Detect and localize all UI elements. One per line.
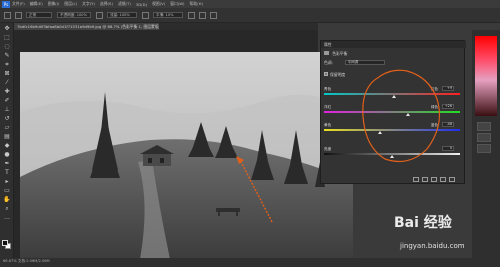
smoothing-field[interactable]: 平滑: 10% bbox=[153, 12, 183, 18]
slider-right-label: 绿色 bbox=[430, 105, 438, 109]
foreground-color-swatch[interactable] bbox=[2, 240, 8, 246]
menu-edit[interactable]: 编辑(E) bbox=[30, 1, 43, 7]
menu-select[interactable]: 选择(S) bbox=[100, 1, 113, 7]
brush-preset-icon[interactable] bbox=[4, 11, 11, 19]
quick-select-icon[interactable]: ✎ bbox=[3, 52, 11, 60]
watermark-brand: Bai 经验 bbox=[394, 215, 452, 231]
slider-knob[interactable] bbox=[392, 95, 396, 98]
panel-tab-icon[interactable] bbox=[477, 144, 491, 153]
blur-tool-icon[interactable]: ◆ bbox=[3, 142, 11, 150]
slider-knob[interactable] bbox=[406, 113, 410, 116]
marquee-tool-icon[interactable]: ⬚ bbox=[3, 34, 11, 42]
pressure-size-icon[interactable] bbox=[199, 11, 206, 19]
menu-help[interactable]: 帮助(H) bbox=[190, 1, 203, 7]
slider-right-label: 红色 bbox=[430, 87, 438, 91]
adjustment-header: 色彩平衡 bbox=[324, 51, 347, 57]
preserve-luminosity-checkbox[interactable] bbox=[324, 72, 328, 76]
slider-knob[interactable] bbox=[378, 131, 382, 134]
visibility-icon[interactable] bbox=[440, 177, 446, 182]
menu-type[interactable]: 文字(Y) bbox=[82, 1, 95, 7]
menu-bar: Ps 文件(F) 编辑(E) 图像(I) 图层(L) 文字(Y) 选择(S) 滤… bbox=[0, 0, 500, 8]
healing-brush-icon[interactable]: ✚ bbox=[3, 88, 11, 96]
tone-label: 色调: bbox=[324, 60, 333, 65]
menu-window[interactable]: 窗口(W) bbox=[170, 1, 184, 7]
annotation-scribble bbox=[362, 69, 440, 162]
clip-to-layer-icon[interactable] bbox=[413, 177, 419, 182]
preserve-luminosity-label: 保留明度 bbox=[330, 72, 346, 77]
menu-view[interactable]: 视图(V) bbox=[152, 1, 165, 7]
properties-title: 属性 bbox=[321, 41, 466, 48]
slider-knob[interactable] bbox=[390, 155, 394, 158]
clone-stamp-icon[interactable]: ⊥ bbox=[3, 106, 11, 114]
slider-left-label: 洋红 bbox=[324, 105, 332, 109]
brush-tool-icon[interactable]: ✐ bbox=[3, 97, 11, 105]
landscape-image bbox=[20, 52, 353, 259]
lasso-tool-icon[interactable]: ◌ bbox=[3, 43, 11, 51]
shape-tool-icon[interactable]: ▭ bbox=[3, 187, 11, 195]
yellow-blue-slider[interactable]: 黄色 蓝色 -48 bbox=[324, 122, 460, 134]
color-picker-panel[interactable] bbox=[475, 36, 497, 116]
reset-icon[interactable] bbox=[431, 177, 437, 182]
menu-3d[interactable]: 3D(D) bbox=[136, 2, 147, 7]
view-previous-icon[interactable] bbox=[422, 177, 428, 182]
properties-panel: 属性 色彩平衡 色调: 中间调 保留明度 青色 红色 +9 洋红 绿色 +26 … bbox=[320, 40, 466, 184]
canvas-area[interactable] bbox=[14, 30, 353, 259]
panel-tab-icon[interactable] bbox=[477, 122, 491, 131]
gradient-tool-icon[interactable]: ▤ bbox=[3, 133, 11, 141]
brush-settings-icon[interactable] bbox=[15, 11, 22, 19]
status-text: 66.67% 文档:2.06M/2.06M bbox=[3, 259, 50, 263]
slider-left-label: 青色 bbox=[324, 87, 332, 91]
slider-right-label: 蓝色 bbox=[430, 123, 438, 127]
adjustment-name: 色彩平衡 bbox=[332, 51, 348, 56]
path-select-icon[interactable]: ▸ bbox=[3, 178, 11, 186]
tools-panel: ✥ ⬚ ◌ ✎ ⌗ ⊠ ⁄ ✚ ✐ ⊥ ↺ ▱ ▤ ◆ ● ✒ T ▸ ▭ ✋ … bbox=[0, 23, 14, 258]
airbrush-icon[interactable] bbox=[142, 11, 149, 19]
opacity-field[interactable]: 不透明度: 100% bbox=[57, 12, 91, 18]
luminosity-slider[interactable]: 亮度 0 bbox=[324, 146, 460, 158]
panel-tab-icon[interactable] bbox=[477, 133, 491, 142]
document-tabs: 7bdfc16b9d0f3bfaa8b0d1f71531a9d9b9.jpg @… bbox=[14, 23, 318, 30]
cyan-red-slider[interactable]: 青色 红色 +9 bbox=[324, 86, 460, 98]
color-balance-icon bbox=[324, 51, 329, 55]
slider-value[interactable]: 0 bbox=[442, 146, 454, 151]
slider-value[interactable]: +26 bbox=[442, 104, 454, 109]
type-tool-icon[interactable]: T bbox=[3, 169, 11, 177]
photoshop-logo-icon: Ps bbox=[2, 0, 10, 8]
pressure-opacity-icon[interactable] bbox=[96, 11, 103, 19]
dodge-tool-icon[interactable]: ● bbox=[3, 151, 11, 159]
slider-value[interactable]: -48 bbox=[442, 122, 454, 127]
frame-tool-icon[interactable]: ⊠ bbox=[3, 70, 11, 78]
magenta-green-slider[interactable]: 洋红 绿色 +26 bbox=[324, 104, 460, 116]
more-tools-icon[interactable]: … bbox=[3, 214, 11, 222]
hand-tool-icon[interactable]: ✋ bbox=[3, 196, 11, 204]
options-bar: 正常 不透明度: 100% 流量: 100% 平滑: 10% bbox=[0, 8, 500, 23]
smoothing-settings-icon[interactable] bbox=[188, 11, 195, 19]
zoom-tool-icon[interactable]: ⌕ bbox=[3, 205, 11, 213]
crop-tool-icon[interactable]: ⌗ bbox=[3, 61, 11, 69]
slider-left-label: 亮度 bbox=[324, 147, 332, 151]
watermark-url: jingyan.baidu.com bbox=[400, 242, 465, 250]
slider-left-label: 黄色 bbox=[324, 123, 332, 127]
slider-value[interactable]: +9 bbox=[442, 86, 454, 91]
eyedropper-icon[interactable]: ⁄ bbox=[3, 79, 11, 87]
pen-tool-icon[interactable]: ✒ bbox=[3, 160, 11, 168]
delete-icon[interactable] bbox=[449, 177, 455, 182]
document-tab[interactable]: 7bdfc16b9d0f3bfaa8b0d1f71531a9d9b9.jpg @… bbox=[14, 23, 159, 30]
history-brush-icon[interactable]: ↺ bbox=[3, 115, 11, 123]
mode-select[interactable]: 正常 bbox=[26, 12, 52, 18]
tone-select[interactable]: 中间调 bbox=[345, 60, 385, 65]
eraser-tool-icon[interactable]: ▱ bbox=[3, 124, 11, 132]
panel-footer-icons bbox=[413, 177, 458, 182]
move-tool-icon[interactable]: ✥ bbox=[3, 25, 11, 33]
menu-image[interactable]: 图像(I) bbox=[48, 1, 60, 7]
menu-layer[interactable]: 图层(L) bbox=[64, 1, 77, 7]
menu-filter[interactable]: 滤镜(T) bbox=[118, 1, 131, 7]
watermark: Bai 经验 jingyan.baidu.com bbox=[392, 210, 500, 267]
symmetry-icon[interactable] bbox=[210, 11, 217, 19]
flow-field[interactable]: 流量: 100% bbox=[107, 12, 137, 18]
menu-file[interactable]: 文件(F) bbox=[12, 1, 25, 7]
landscape-photo bbox=[20, 52, 353, 259]
